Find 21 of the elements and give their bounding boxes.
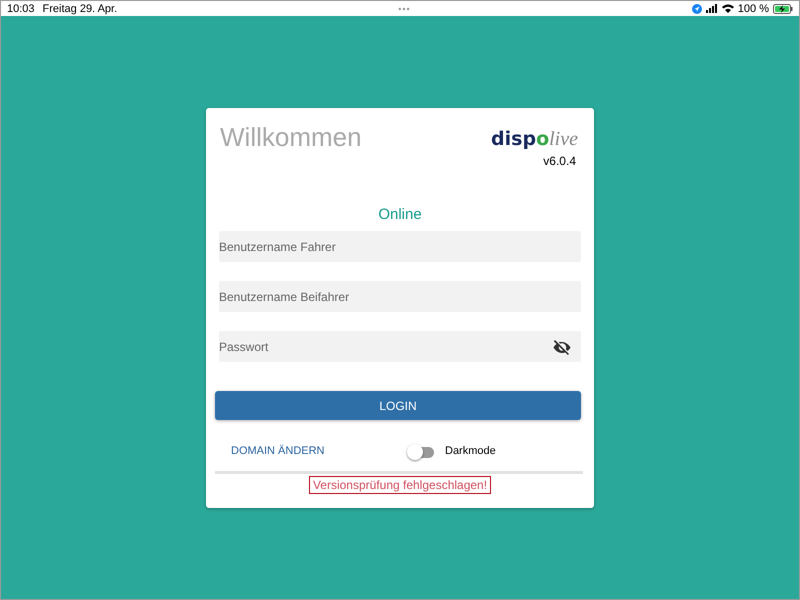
multitask-dots[interactable]: ••• — [398, 4, 411, 14]
login-button[interactable]: LOGIN — [215, 391, 581, 420]
date: Freitag 29. Apr. — [42, 2, 118, 14]
error-message: Versionsprüfung fehlgeschlagen! — [308, 476, 492, 494]
signal-icon — [706, 4, 718, 13]
wifi-icon — [722, 4, 734, 13]
welcome-title: Willkommen — [220, 122, 362, 153]
darkmode-label: Darkmode — [445, 445, 496, 457]
logo: dispolive — [491, 128, 578, 150]
eye-slash-icon[interactable] — [553, 339, 571, 355]
input-field[interactable]: Benutzername Fahrer — [219, 231, 581, 262]
input-field[interactable]: Benutzername Beifahrer — [219, 281, 581, 312]
darkmode-toggle[interactable] — [407, 443, 435, 459]
connection-status: Online — [377, 206, 423, 223]
version-label: v6.0.4 — [543, 154, 577, 168]
change-domain-link[interactable]: DOMAIN ÄNDERN — [231, 445, 407, 457]
battery-percent: 100 % — [738, 2, 769, 14]
location-icon — [692, 4, 702, 14]
password-field[interactable]: Passwort — [219, 331, 581, 362]
clock: 10:03 — [7, 2, 35, 14]
battery-charging-icon — [773, 4, 793, 14]
